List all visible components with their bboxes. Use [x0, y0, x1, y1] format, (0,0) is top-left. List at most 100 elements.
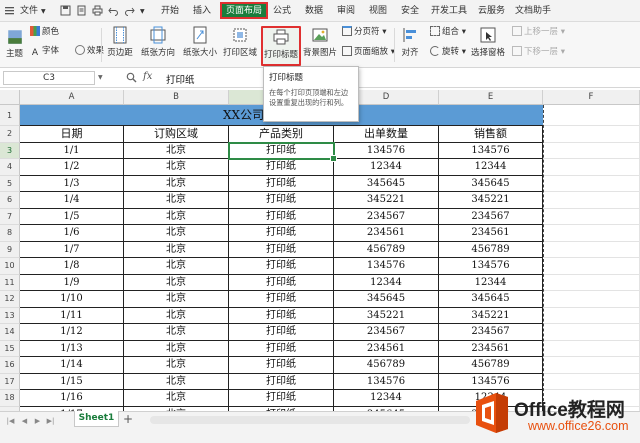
data-cell[interactable]: 北京	[124, 192, 229, 209]
data-cell[interactable]: 打印纸	[229, 225, 334, 242]
data-cell[interactable]: 234561	[334, 340, 439, 357]
row-header[interactable]: 5	[0, 175, 20, 192]
data-cell[interactable]: 北京	[124, 159, 229, 176]
data-cell[interactable]: 1/1	[20, 142, 124, 159]
group-button[interactable]: 组合 ▾	[430, 26, 466, 39]
header-cell[interactable]: 产品类别	[229, 126, 334, 143]
data-cell[interactable]: 北京	[124, 390, 229, 407]
data-cell[interactable]: 1/9	[20, 274, 124, 291]
data-cell[interactable]: 456789	[334, 241, 439, 258]
data-cell[interactable]: 1/12	[20, 324, 124, 341]
print-preview-icon[interactable]	[76, 5, 87, 16]
redo-icon[interactable]	[124, 5, 135, 16]
page-zoom-button[interactable]: 页面缩放 ▾	[342, 46, 395, 59]
data-cell[interactable]: 打印纸	[229, 192, 334, 209]
data-cell[interactable]: 134576	[439, 258, 543, 275]
data-cell[interactable]: 134576	[439, 373, 543, 390]
empty-cell[interactable]	[543, 208, 640, 225]
data-cell[interactable]: 234567	[439, 208, 543, 225]
column-header-e[interactable]: E	[439, 90, 543, 105]
horizontal-scrollbar[interactable]	[150, 416, 470, 424]
background-image-button[interactable]: 背景图片	[302, 26, 338, 66]
row-header[interactable]: 3	[0, 142, 20, 159]
row-header[interactable]: 10	[0, 258, 20, 275]
data-cell[interactable]: 北京	[124, 208, 229, 225]
file-menu[interactable]: 文件	[20, 4, 38, 18]
empty-cell[interactable]	[543, 159, 640, 176]
row-header[interactable]: 12	[0, 291, 20, 308]
data-cell[interactable]: 打印纸	[229, 357, 334, 374]
data-cell[interactable]: 北京	[124, 357, 229, 374]
empty-cell[interactable]	[543, 258, 640, 275]
last-sheet-icon[interactable]: ▶|	[46, 416, 55, 426]
data-cell[interactable]: 234561	[439, 225, 543, 242]
undo-icon[interactable]	[108, 5, 119, 16]
data-cell[interactable]: 1/14	[20, 357, 124, 374]
data-cell[interactable]: 北京	[124, 225, 229, 242]
empty-cell[interactable]	[543, 291, 640, 308]
sheet-tab-sheet1[interactable]: Sheet1	[74, 411, 119, 427]
empty-cell[interactable]	[543, 225, 640, 242]
page-break-button[interactable]: 分页符 ▾	[342, 26, 386, 39]
data-cell[interactable]: 134576	[334, 373, 439, 390]
tab-developer[interactable]: 开发工具	[431, 4, 467, 18]
empty-cell[interactable]	[543, 142, 640, 159]
first-sheet-icon[interactable]: |◀	[6, 416, 15, 426]
data-cell[interactable]: 234567	[334, 208, 439, 225]
empty-cell[interactable]	[543, 324, 640, 341]
empty-cell[interactable]	[543, 373, 640, 390]
tab-view[interactable]: 视图	[369, 4, 387, 18]
theme-effect-button[interactable]: 效果	[75, 45, 104, 58]
data-cell[interactable]: 北京	[124, 340, 229, 357]
prev-sheet-icon[interactable]: ◀	[20, 416, 29, 426]
data-cell[interactable]: 134576	[439, 142, 543, 159]
row-header[interactable]: 14	[0, 324, 20, 341]
row-header[interactable]: 17	[0, 373, 20, 390]
empty-cell[interactable]	[543, 175, 640, 192]
column-header-b[interactable]: B	[124, 90, 229, 105]
tab-security[interactable]: 安全	[401, 4, 419, 18]
row-header[interactable]: 11	[0, 274, 20, 291]
data-cell[interactable]: 北京	[124, 142, 229, 159]
data-cell[interactable]: 234567	[439, 324, 543, 341]
data-cell[interactable]: 北京	[124, 258, 229, 275]
header-cell[interactable]: 订购区域	[124, 126, 229, 143]
tab-doc-assistant[interactable]: 文档助手	[515, 4, 551, 18]
save-icon[interactable]	[60, 5, 71, 16]
data-cell[interactable]: 456789	[439, 357, 543, 374]
theme-color-button[interactable]: 颜色	[30, 26, 59, 39]
data-cell[interactable]: 345645	[439, 175, 543, 192]
data-cell[interactable]: 打印纸	[229, 390, 334, 407]
data-cell[interactable]: 1/7	[20, 241, 124, 258]
data-cell[interactable]: 北京	[124, 175, 229, 192]
header-cell[interactable]: 销售额	[439, 126, 543, 143]
tab-review[interactable]: 审阅	[337, 4, 355, 18]
data-cell[interactable]: 12344	[334, 159, 439, 176]
data-cell[interactable]: 1/8	[20, 258, 124, 275]
file-dropdown-icon[interactable]: ▼	[41, 5, 46, 19]
data-cell[interactable]: 1/5	[20, 208, 124, 225]
empty-cell[interactable]	[543, 274, 640, 291]
row-header[interactable]: 2	[0, 126, 20, 143]
row-header[interactable]: 18	[0, 390, 20, 407]
print-area-button[interactable]: 打印区域	[220, 26, 260, 66]
empty-cell[interactable]	[543, 241, 640, 258]
row-header[interactable]: 13	[0, 307, 20, 324]
empty-cell[interactable]	[543, 192, 640, 209]
tab-home[interactable]: 开始	[161, 4, 179, 18]
data-cell[interactable]: 打印纸	[229, 175, 334, 192]
name-box[interactable]: C3	[3, 71, 95, 85]
data-cell[interactable]: 打印纸	[229, 258, 334, 275]
qat-dropdown-icon[interactable]: ▼	[140, 5, 145, 19]
data-cell[interactable]: 456789	[334, 357, 439, 374]
row-header[interactable]: 4	[0, 159, 20, 176]
data-cell[interactable]: 北京	[124, 307, 229, 324]
data-cell[interactable]: 1/2	[20, 159, 124, 176]
print-icon[interactable]	[92, 5, 103, 16]
data-cell[interactable]: 打印纸	[229, 241, 334, 258]
data-cell[interactable]: 1/6	[20, 225, 124, 242]
empty-cell[interactable]	[543, 126, 640, 143]
data-cell[interactable]: 1/11	[20, 307, 124, 324]
data-cell[interactable]: 打印纸	[229, 291, 334, 308]
name-box-dropdown-icon[interactable]: ▼	[98, 74, 103, 81]
